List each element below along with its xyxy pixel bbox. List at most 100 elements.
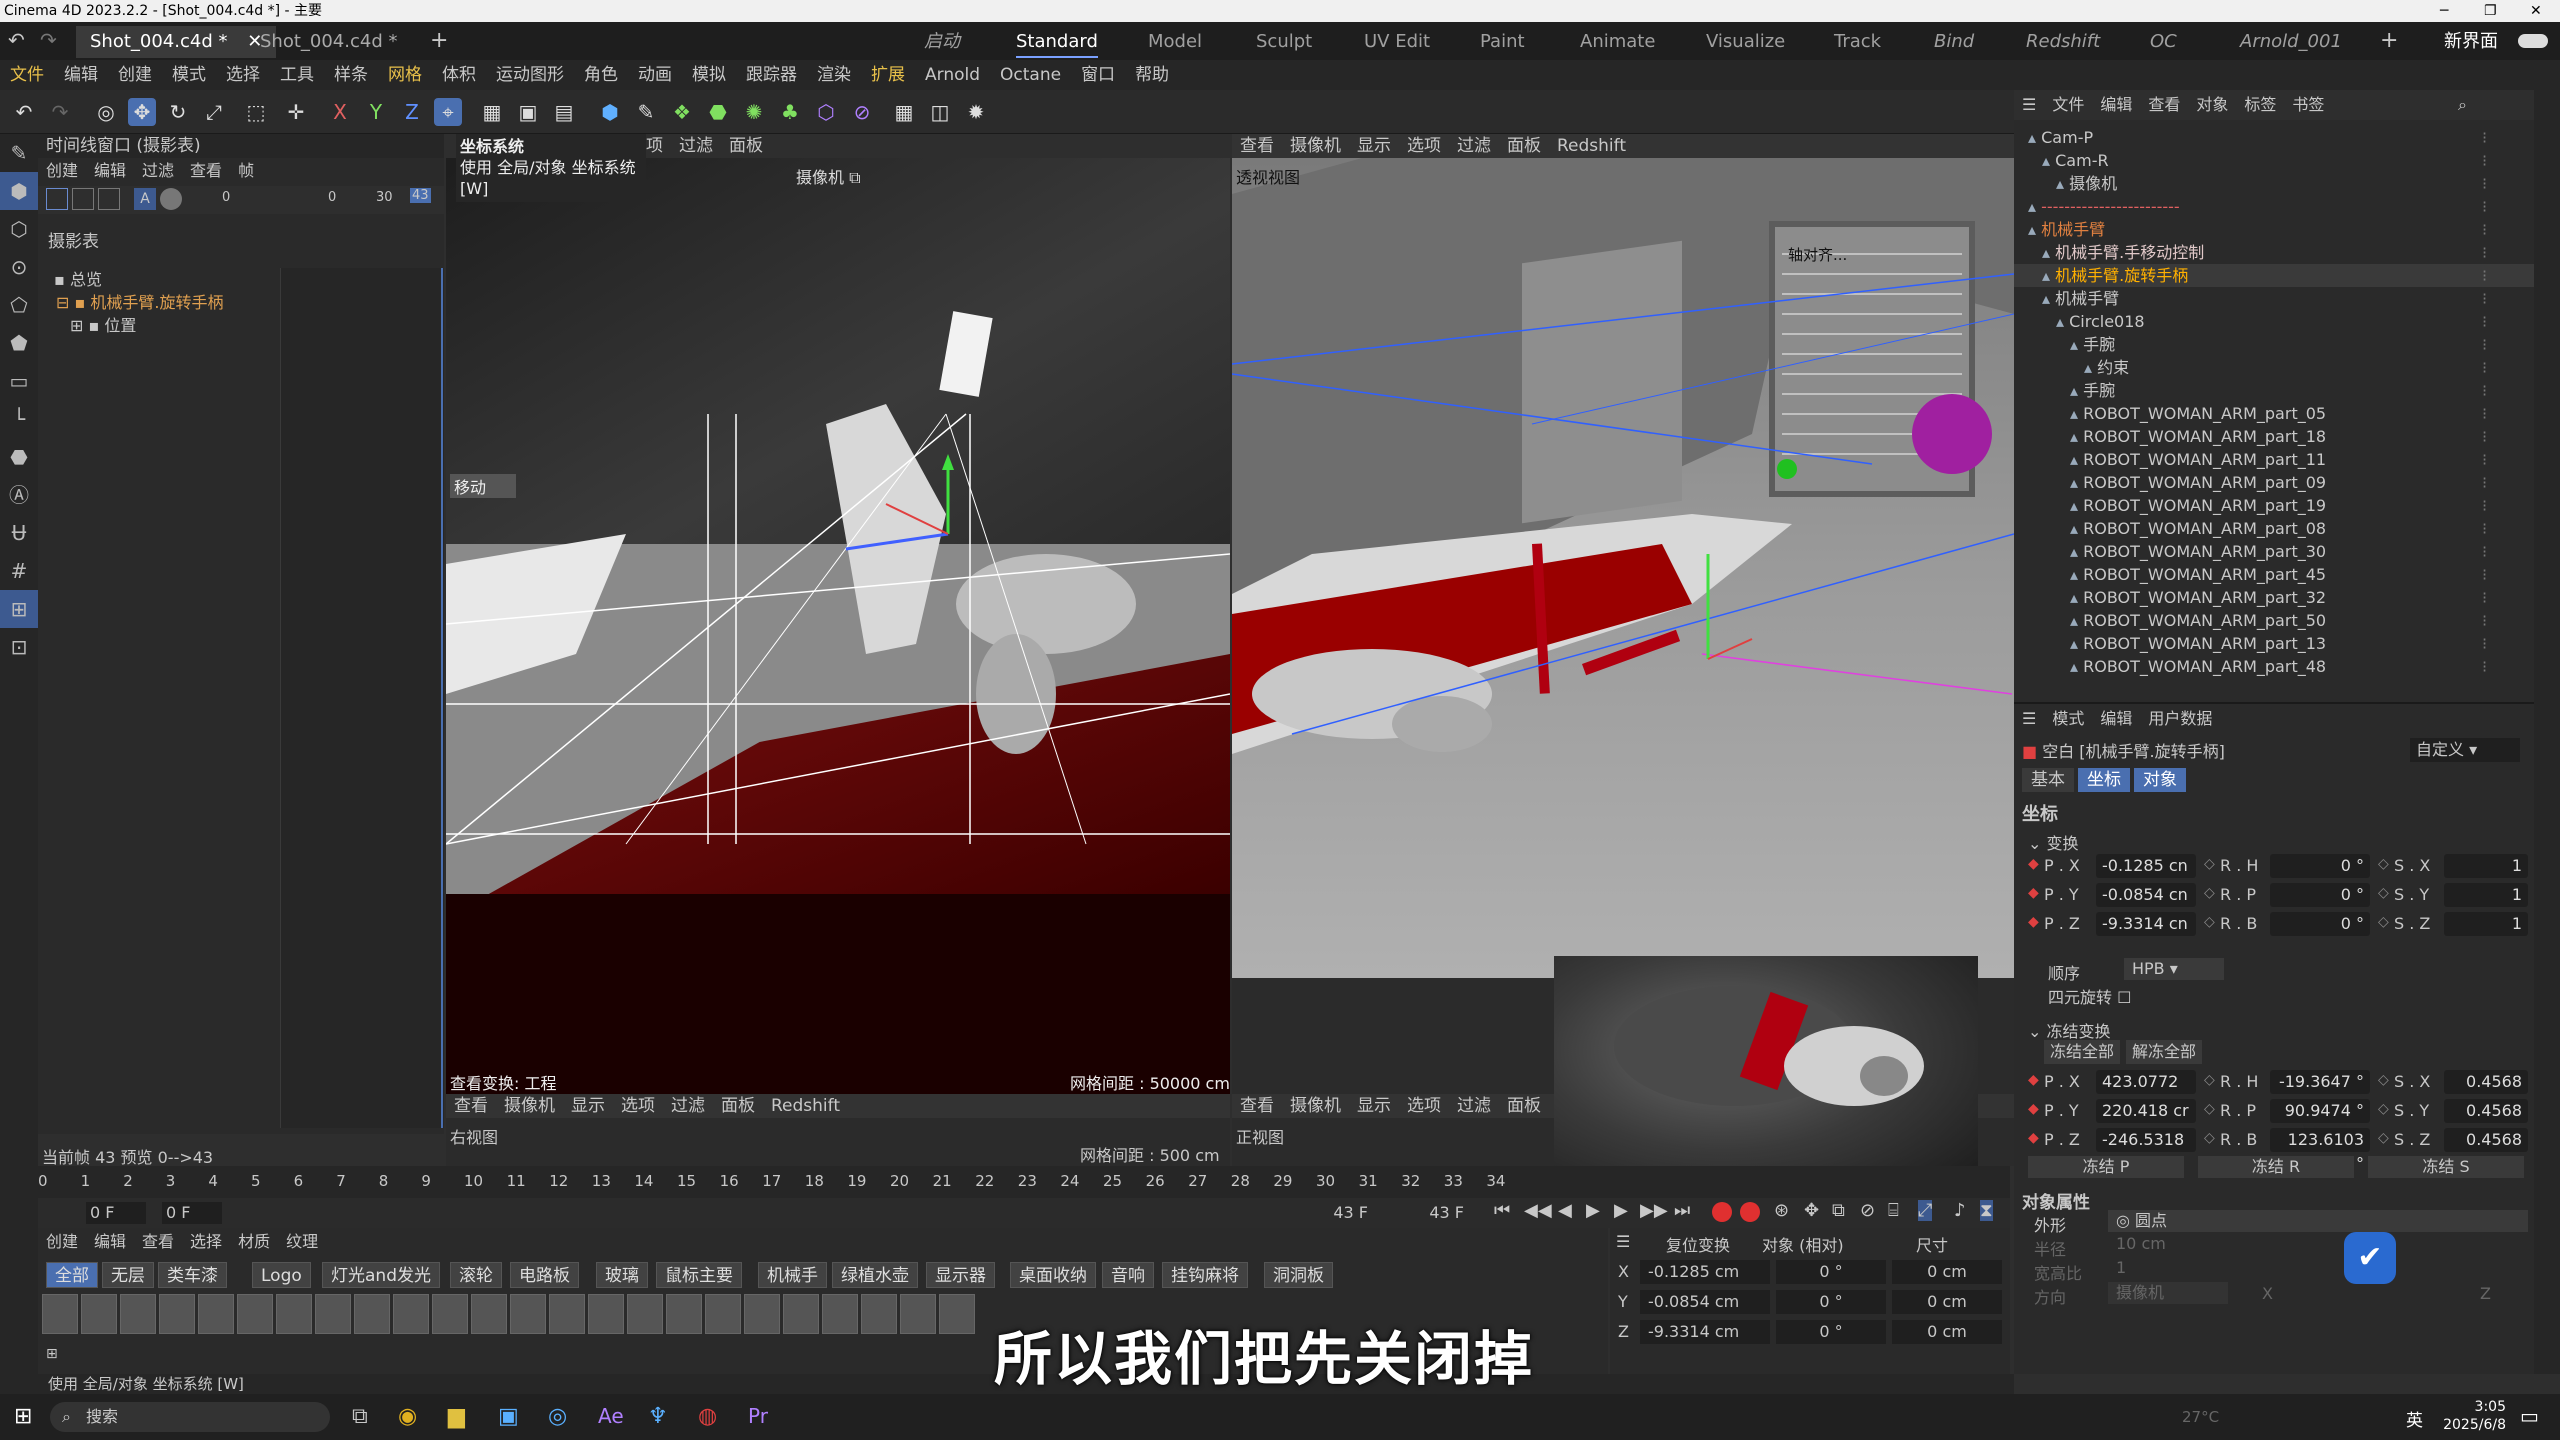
- dopesheet-graph[interactable]: [280, 268, 444, 1128]
- add-layout-icon[interactable]: +: [2380, 28, 2398, 53]
- visibility-dots-icon[interactable]: ⁝: [2482, 632, 2487, 655]
- rotate-tool-icon[interactable]: ↻: [164, 98, 192, 126]
- light-icon[interactable]: ✹: [962, 98, 990, 126]
- render-settings-icon[interactable]: ▤: [550, 98, 578, 126]
- make-editable-icon[interactable]: ✎: [0, 134, 38, 172]
- menu-create[interactable]: 创建: [108, 60, 162, 90]
- polygon-mode-icon[interactable]: ⬟: [0, 324, 38, 362]
- material-menu-select[interactable]: 选择: [190, 1228, 222, 1256]
- visibility-dots-icon[interactable]: ⁝: [2482, 241, 2487, 264]
- material-tab-pegboard[interactable]: 洞洞板: [1264, 1262, 1333, 1288]
- material-swatch[interactable]: [588, 1294, 624, 1334]
- material-tab-plant[interactable]: 绿植水壶: [832, 1262, 918, 1288]
- material-swatch[interactable]: [81, 1294, 117, 1334]
- visibility-dots-icon[interactable]: ⁝: [2482, 126, 2487, 149]
- visibility-dots-icon[interactable]: ⁝: [2482, 310, 2487, 333]
- material-tab-wheel[interactable]: 滚轮: [450, 1262, 502, 1288]
- layout-tab-redshift[interactable]: Redshift: [2026, 26, 2100, 58]
- menu-help[interactable]: 帮助: [1125, 60, 1179, 90]
- key-options-icon[interactable]: ⊛: [1774, 1200, 1789, 1221]
- freeze-p-button[interactable]: 冻结 P: [2028, 1156, 2184, 1178]
- attr-menu-userdata[interactable]: 用户数据: [2148, 704, 2212, 734]
- coord-pos-field[interactable]: -9.3314 cm: [1640, 1320, 1770, 1344]
- psr-field[interactable]: 423.0772 c: [2096, 1070, 2196, 1115]
- menu-mograph[interactable]: 运动图形: [486, 60, 574, 90]
- material-tab-carpaint[interactable]: 类车漆: [158, 1262, 227, 1288]
- radius-field[interactable]: 10 cm: [2108, 1234, 2166, 1253]
- playhead[interactable]: [441, 268, 443, 1128]
- vp-menu-view[interactable]: 查看: [1240, 134, 1274, 158]
- minimize-icon[interactable]: ─: [2440, 0, 2448, 22]
- freeze-all-button[interactable]: 冻结全部: [2044, 1040, 2120, 1064]
- scale-tool-icon[interactable]: ⤢: [200, 98, 228, 126]
- menu-edit[interactable]: 编辑: [54, 60, 108, 90]
- visibility-dots-icon[interactable]: ⁝: [2482, 494, 2487, 517]
- vp-menu-filter[interactable]: 过滤: [679, 134, 713, 158]
- material-tab-all[interactable]: 全部: [46, 1262, 98, 1288]
- layout-tab-oc[interactable]: OC: [2150, 26, 2177, 58]
- menu-spline[interactable]: 样条: [324, 60, 378, 90]
- coord-mode-select[interactable]: 对象 (相对): [1762, 1232, 1844, 1256]
- psr-field[interactable]: -246.5318: [2096, 1128, 2196, 1152]
- coord-size-field[interactable]: 0 cm: [1892, 1290, 2002, 1314]
- material-menu-view[interactable]: 查看: [142, 1228, 174, 1256]
- psr-field[interactable]: 1: [2444, 912, 2528, 936]
- material-tab-pcb[interactable]: 电路板: [510, 1262, 579, 1288]
- object-row[interactable]: ▴ ROBOT_WOMAN_ARM_part_48 ⁝: [2014, 655, 2534, 678]
- keyframe-dot-icon[interactable]: ◇: [2204, 914, 2215, 930]
- z-axis-icon[interactable]: Z: [398, 98, 426, 126]
- visibility-dots-icon[interactable]: ⁝: [2482, 471, 2487, 494]
- notification-icon[interactable]: ▭: [2520, 1404, 2539, 1428]
- visibility-dots-icon[interactable]: ⁝: [2482, 287, 2487, 310]
- visibility-dots-icon[interactable]: ⁝: [2482, 586, 2487, 609]
- workplane-icon[interactable]: ⊞: [0, 590, 38, 628]
- viewport-camera-label[interactable]: 摄像机 ⧉: [796, 164, 861, 188]
- y-axis-icon[interactable]: Y: [362, 98, 390, 126]
- model-mode-icon[interactable]: ⬢: [0, 172, 38, 210]
- redo-icon[interactable]: ↷: [40, 28, 57, 52]
- record-keys-icon[interactable]: [1712, 1202, 1732, 1222]
- keyframe-dot-icon[interactable]: ◆: [2028, 885, 2039, 901]
- object-row[interactable]: ▴ Circle018 ⁝: [2014, 310, 2534, 333]
- undo-icon[interactable]: ↶: [8, 28, 25, 52]
- add-tab-icon[interactable]: +: [430, 28, 448, 53]
- coord-rot-field[interactable]: 0 °: [1776, 1320, 1886, 1344]
- vp-menu-redshift[interactable]: Redshift: [771, 1094, 840, 1118]
- start-icon[interactable]: ⊞: [14, 1404, 32, 1429]
- object-row[interactable]: ▴ Cam-P ⁝: [2014, 126, 2534, 149]
- material-menu-create[interactable]: 创建: [46, 1228, 78, 1256]
- grid-snap-icon[interactable]: #: [0, 552, 38, 590]
- material-tab-glass[interactable]: 玻璃: [596, 1262, 648, 1288]
- taskbar-search[interactable]: ⌕ 搜索: [50, 1402, 330, 1432]
- doc-tab[interactable]: Shot_004.c4d *: [246, 26, 411, 58]
- motion-mode-icon[interactable]: [98, 188, 120, 210]
- layout-tab-standard[interactable]: Standard: [1016, 26, 1098, 58]
- file-explorer-icon[interactable]: ▆: [448, 1404, 465, 1429]
- object-row[interactable]: ▴ 机械手臂.手移动控制 ⁝: [2014, 241, 2534, 264]
- psr-field[interactable]: 123.6103 °: [2270, 1128, 2370, 1173]
- menu-tracker[interactable]: 跟踪器: [736, 60, 807, 90]
- end-frame-field[interactable]: 43 F: [1404, 1202, 1464, 1224]
- visibility-dots-icon[interactable]: ⁝: [2482, 149, 2487, 172]
- material-swatch[interactable]: [276, 1294, 312, 1334]
- dir-select[interactable]: 摄像机: [2108, 1282, 2228, 1304]
- object-row[interactable]: ▴ ------------------------ ⁝: [2014, 195, 2534, 218]
- keyframe-dot-icon[interactable]: ◇: [2378, 914, 2389, 930]
- pen-icon[interactable]: ✎: [632, 98, 660, 126]
- layout-tab-track[interactable]: Track: [1834, 26, 1881, 58]
- weather-text[interactable]: 27°C: [2182, 1408, 2219, 1426]
- material-swatch[interactable]: [354, 1294, 390, 1334]
- material-swatch[interactable]: [471, 1294, 507, 1334]
- material-swatch[interactable]: [822, 1294, 858, 1334]
- psr-field[interactable]: -0.0854 cn: [2096, 883, 2196, 907]
- material-swatch[interactable]: [627, 1294, 663, 1334]
- keyframe-dot-icon[interactable]: ◇: [2378, 1101, 2389, 1117]
- viewport-perspective[interactable]: 查看 摄像机 显示 选项 过滤 面板 Redshift 透视视图 轴对齐...: [1232, 134, 2014, 1094]
- prev-key-icon[interactable]: ◀◀: [1524, 1200, 1552, 1221]
- material-swatch[interactable]: [900, 1294, 936, 1334]
- attr-tab-coord[interactable]: 坐标: [2078, 768, 2130, 792]
- layout-tab-uvedit[interactable]: UV Edit: [1364, 26, 1430, 58]
- transform-group[interactable]: ⌄ 变换: [2028, 830, 2079, 854]
- vp-menu-panel[interactable]: 面板: [1507, 134, 1541, 158]
- next-frame-icon[interactable]: ▶: [1614, 1200, 1628, 1221]
